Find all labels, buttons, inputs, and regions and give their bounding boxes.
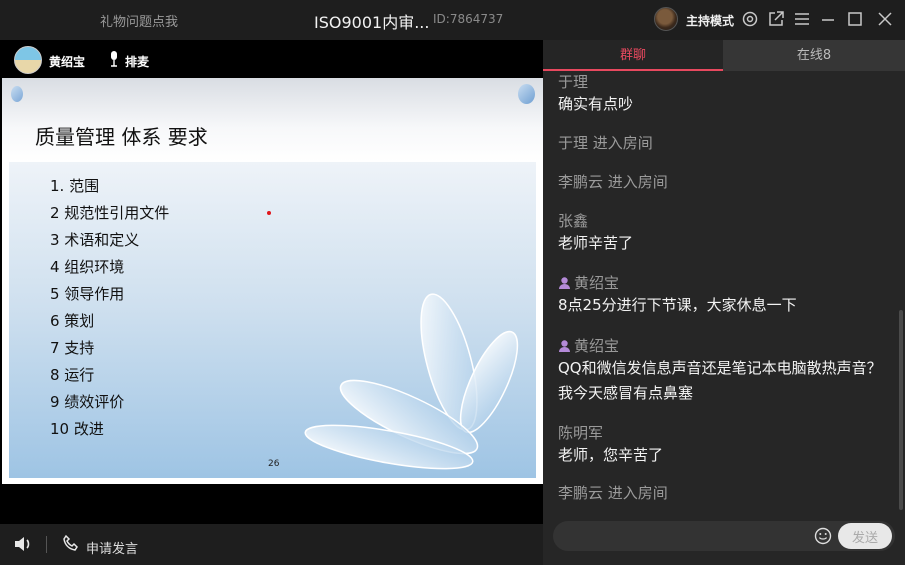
system-message: 李鹏云 进入房间 xyxy=(558,173,668,191)
message-sender: 黄绍宝 xyxy=(574,336,620,355)
request-speak-button[interactable]: 申请发言 xyxy=(86,538,138,557)
chat-scrollbar[interactable] xyxy=(899,310,903,510)
gift-help-link[interactable]: 礼物问题点我 xyxy=(100,11,178,30)
minimize-icon[interactable] xyxy=(819,10,837,28)
slide-list-item: 4 组织环境 xyxy=(50,258,125,276)
presentation-slide: 质量管理 体系 要求 1. 范围 2 规范性引用文件 3 术语和定义 4 组织环… xyxy=(2,78,543,484)
slide-list-item: 1. 范围 xyxy=(50,177,100,195)
slide-list-item: 7 支持 xyxy=(50,339,95,357)
host-badge-icon xyxy=(559,339,570,352)
chat-tabs: 群聊 在线8 xyxy=(543,40,905,71)
tab-online-users[interactable]: 在线8 xyxy=(723,40,905,71)
chat-input[interactable] xyxy=(553,521,808,551)
system-message: 于理 进入房间 xyxy=(558,134,653,152)
presenter-bar: 黄绍宝 排麦 xyxy=(0,40,543,78)
slide-list-item: 2 规范性引用文件 xyxy=(50,204,170,222)
host-badge-icon xyxy=(559,276,570,289)
message-text: 8点25分进行下节课，大家休息一下 xyxy=(558,296,797,314)
title-bar: 礼物问题点我 ISO9001内审... ID:7864737 主持模式 xyxy=(0,0,905,40)
slide-title: 质量管理 体系 要求 xyxy=(35,125,208,149)
message-sender: 黄绍宝 xyxy=(574,273,620,292)
chat-input-bar: 发送 xyxy=(553,521,895,551)
mic-queue-button[interactable]: 排麦 xyxy=(125,53,149,70)
message-text: QQ和微信发信息声音还是笔记本电脑散热声音？我今天感冒有点鼻塞 xyxy=(558,359,882,402)
list-item: 黄绍宝 QQ和微信发信息声音还是笔记本电脑散热声音？我今天感冒有点鼻塞 xyxy=(558,334,883,406)
speaker-icon[interactable] xyxy=(13,534,33,554)
slide-decoration xyxy=(518,84,535,104)
slide-list-item: 8 运行 xyxy=(50,366,95,384)
host-mode-label[interactable]: 主持模式 xyxy=(686,12,734,29)
room-id: ID:7864737 xyxy=(433,12,504,26)
slide-list-item: 5 领导作用 xyxy=(50,285,125,303)
message-sender: 于理 xyxy=(558,72,589,91)
slide-page-number: 26 xyxy=(268,459,280,469)
slide-list-item: 3 术语和定义 xyxy=(50,231,140,249)
system-message: 李鹏云 进入房间 xyxy=(558,484,668,502)
emoji-icon[interactable] xyxy=(814,527,832,545)
share-icon[interactable] xyxy=(767,10,785,28)
room-title: ISO9001内审... xyxy=(314,13,430,32)
microphone-icon xyxy=(111,51,117,67)
slide-list-item: 6 策划 xyxy=(50,312,95,330)
video-area: 黄绍宝 排麦 质量管理 体系 要求 1. 范围 2 规范性引用文件 3 术语和定… xyxy=(0,40,543,565)
list-item: 陈明军 老师，您辛苦了 xyxy=(558,421,883,468)
slide-list-item: 9 绩效评价 xyxy=(50,393,125,411)
tab-group-chat[interactable]: 群聊 xyxy=(543,40,723,71)
message-sender: 陈明军 xyxy=(558,423,604,442)
control-divider xyxy=(46,536,47,553)
list-item: 张鑫 老师辛苦了 xyxy=(558,209,883,256)
host-avatar[interactable] xyxy=(654,7,678,31)
message-text: 老师，您辛苦了 xyxy=(558,446,664,464)
menu-icon[interactable] xyxy=(793,10,811,28)
chat-panel: 群聊 在线8 于理 确实有点吵 于理 进入房间 李鹏云 进入房间 张鑫 老师辛苦… xyxy=(543,40,905,565)
video-controls: 申请发言 xyxy=(0,524,543,565)
message-sender-row: 黄绍宝 xyxy=(558,271,883,293)
send-button[interactable]: 发送 xyxy=(838,523,892,549)
maximize-icon[interactable] xyxy=(846,10,864,28)
slide-decoration xyxy=(11,86,23,102)
settings-icon[interactable] xyxy=(741,10,759,28)
list-item: 黄绍宝 8点25分进行下节课，大家休息一下 xyxy=(558,271,883,318)
message-text: 老师辛苦了 xyxy=(558,234,634,252)
slide-outline-list: 1. 范围 2 规范性引用文件 3 术语和定义 4 组织环境 5 领导作用 6 … xyxy=(50,176,169,446)
close-icon[interactable] xyxy=(876,10,894,28)
message-list: 于理 确实有点吵 于理 进入房间 李鹏云 进入房间 张鑫 老师辛苦了 黄绍宝 8… xyxy=(543,71,898,515)
laser-pointer-dot xyxy=(267,211,271,215)
phone-icon[interactable] xyxy=(62,534,80,552)
presenter-name: 黄绍宝 xyxy=(49,55,86,69)
message-text: 确实有点吵 xyxy=(558,95,634,113)
slide-list-item: 10 改进 xyxy=(50,420,104,438)
message-sender-row: 黄绍宝 xyxy=(558,334,883,356)
presenter-avatar[interactable] xyxy=(14,46,42,74)
list-item: 于理 确实有点吵 xyxy=(558,71,883,117)
message-sender: 张鑫 xyxy=(558,211,589,230)
